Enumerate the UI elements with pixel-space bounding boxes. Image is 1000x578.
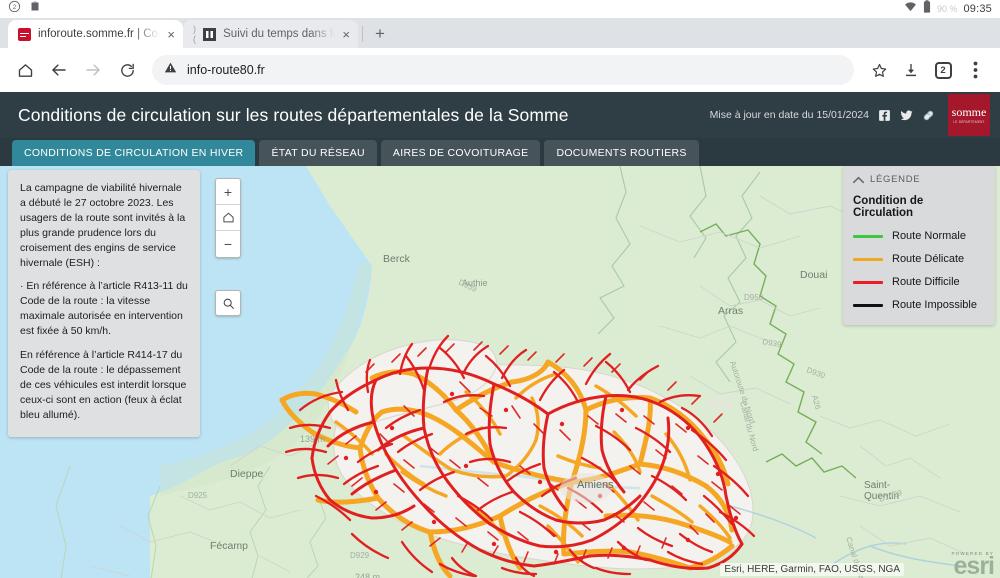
web-page: Conditions de circulation sur les routes… [0, 92, 1000, 578]
browser-tab-suivi-temps[interactable]: )( Suivi du temps dans le Nord × [183, 20, 358, 48]
legend-swatch-black [853, 303, 883, 307]
chevron-up-icon [853, 176, 864, 183]
tab-strip: inforoute.somme.fr | Conditions de circu… [0, 18, 1000, 48]
page-title: Conditions de circulation sur les routes… [18, 104, 569, 125]
download-icon[interactable] [896, 55, 926, 85]
legend-swatch-red [853, 280, 883, 284]
info-paragraph-3: En référence à l’article R414-17 du Code… [20, 349, 187, 421]
site-nav-tabs: CONDITIONS DE CIRCULATION EN HIVER ÉTAT … [0, 138, 1000, 166]
site-header: Conditions de circulation sur les routes… [0, 92, 1000, 138]
clock: 09:35 [963, 3, 992, 15]
map-label-dieppe: Dieppe [230, 468, 263, 480]
android-status-bar: 2 90 % 09:35 [0, 0, 1000, 18]
map-label-amiens: Amiens [577, 479, 614, 491]
inforoute-favicon [18, 27, 31, 41]
bookmark-star-icon[interactable] [864, 55, 894, 85]
zoom-out-button[interactable]: − [216, 231, 240, 257]
esri-logo[interactable]: POWERED BY esri [951, 551, 995, 578]
info-paragraph-2: · En référence à l’article R413-11 du Co… [20, 280, 188, 338]
map-label-douai: Douai [800, 269, 827, 281]
somme-logo-tagline: LE DÉPARTEMENT [953, 120, 985, 124]
map-label-arras: Arras [718, 305, 743, 317]
tab-documents-routiers[interactable]: DOCUMENTS ROUTIERS [544, 140, 699, 166]
tab-aires-de-covoiturage[interactable]: AIRES DE COVOITURAGE [380, 140, 541, 166]
tab-title: Suivi du temps dans le Nord [223, 28, 335, 40]
twitter-icon[interactable] [900, 109, 913, 122]
legend-label: Route Délicate [892, 253, 965, 265]
map-label-d925: D925 [188, 491, 208, 500]
esri-wordmark: esri [953, 551, 995, 578]
map-label-248m: 248 m [355, 572, 380, 578]
tab-conditions-circulation-hiver[interactable]: CONDITIONS DE CIRCULATION EN HIVER [12, 140, 256, 166]
circled-2-icon: 2 [8, 0, 21, 18]
legend-label: Route Difficile [892, 276, 960, 288]
legend-item-route-difficile: Route Difficile [853, 276, 985, 288]
legend-item-route-delicate: Route Délicate [853, 253, 985, 265]
legend-collapse-toggle[interactable]: LÉGENDE [853, 174, 985, 185]
wifi-icon [904, 0, 917, 18]
map-search-button[interactable] [215, 290, 241, 316]
address-bar[interactable]: info-route80.fr [152, 55, 854, 85]
legend-label: Route Impossible [892, 299, 977, 311]
facebook-icon[interactable] [878, 109, 891, 122]
legend-item-route-normale: Route Normale [853, 230, 985, 242]
home-extent-button[interactable] [216, 205, 240, 231]
legend-label: Route Normale [892, 230, 966, 242]
browser-tab-inforoute[interactable]: inforoute.somme.fr | Conditions de circu… [8, 20, 183, 48]
battery-icon [923, 0, 931, 18]
map-attribution: Esri, HERE, Garmin, FAO, USGS, NGA [720, 563, 904, 576]
not-secure-warning-icon[interactable] [164, 61, 177, 79]
tab-overflow-glyph: )( [193, 24, 196, 44]
map-label-d929: D929 [350, 551, 370, 560]
close-tab-icon[interactable]: × [342, 28, 350, 41]
battery-percent: 90 % [936, 4, 958, 14]
legend-swatch-orange [853, 257, 883, 261]
winter-info-panel: La campagne de viabilité hivernale a déb… [8, 170, 200, 437]
map-viewport[interactable]: Berck Authie Arras Douai Amiens Dieppe S… [0, 166, 1000, 578]
close-tab-icon[interactable]: × [167, 28, 175, 41]
map-legend: LÉGENDE Condition de Circulation Route N… [843, 166, 995, 325]
map-label-d950: D950 [744, 293, 764, 302]
tab-etat-du-reseau[interactable]: ÉTAT DU RÉSEAU [259, 140, 377, 166]
tab-counter-button[interactable]: 2 [928, 55, 958, 85]
tab-separator [362, 26, 363, 42]
three-dot-menu-icon[interactable] [960, 55, 990, 85]
somme-logo-word: somme [951, 105, 987, 119]
legend-title: Condition de Circulation [853, 195, 924, 219]
zoom-in-button[interactable]: + [216, 179, 240, 205]
svg-text:2: 2 [13, 5, 16, 11]
legend-header-label: LÉGENDE [870, 174, 921, 185]
map-label-berck: Berck [383, 253, 411, 265]
browser-toolbar: info-route80.fr 2 [0, 48, 1000, 92]
map-label-saint: Saint- [864, 480, 890, 491]
timetracker-favicon [203, 27, 217, 41]
forward-button[interactable] [78, 55, 108, 85]
back-button[interactable] [44, 55, 74, 85]
reload-button[interactable] [112, 55, 142, 85]
browser-window: 2 90 % 09:35 inforoute.somme.fr | Condit… [0, 0, 1000, 578]
map-label-fecamp: Fécamp [210, 540, 248, 552]
link-share-icon[interactable] [922, 109, 935, 122]
tab-count-label: 2 [934, 61, 952, 79]
map-label-139m: 139 m [300, 434, 325, 444]
screenshot-icon [29, 0, 41, 18]
url-text[interactable]: info-route80.fr [187, 63, 265, 77]
new-tab-button[interactable]: + [367, 24, 393, 48]
legend-item-route-impossible: Route Impossible [853, 299, 985, 311]
info-paragraph-1: La campagne de viabilité hivernale a déb… [20, 182, 186, 269]
legend-swatch-green [853, 234, 883, 238]
somme-logo[interactable]: somme LE DÉPARTEMENT [948, 94, 990, 136]
map-zoom-controls: + − [215, 178, 241, 258]
home-button[interactable] [10, 55, 40, 85]
tab-title: inforoute.somme.fr | Conditions de circu… [38, 28, 160, 40]
last-update-text: Mise à jour en date du 15/01/2024 [709, 109, 869, 121]
